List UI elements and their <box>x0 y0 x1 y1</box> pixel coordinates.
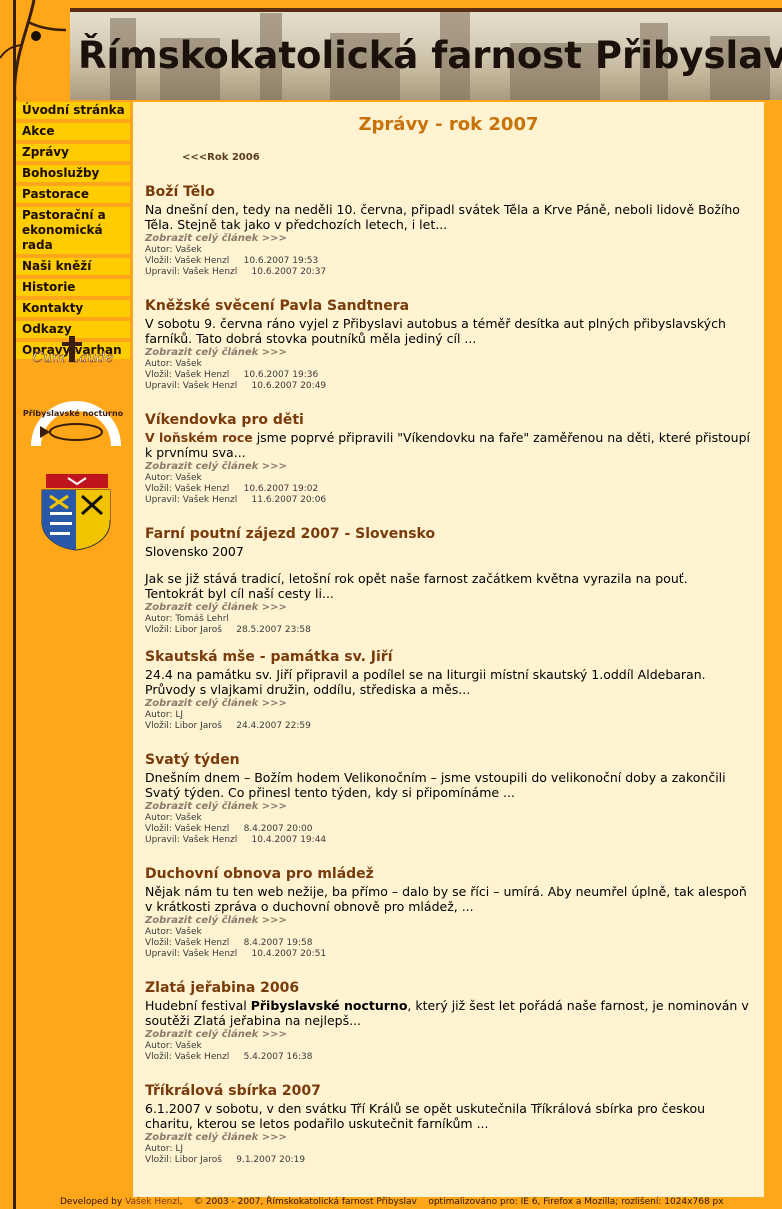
menu-item-history[interactable]: Historie <box>16 279 130 296</box>
main-menu: Úvodní stránka Akce Zprávy Bohoslužby Pa… <box>16 102 130 363</box>
previous-year-link[interactable]: <<<Rok 2006 <box>182 152 260 163</box>
cum-laude-logo[interactable]: Cum Laude <box>16 330 130 374</box>
article-author: Autor: Vašek <box>145 927 202 937</box>
read-more-link[interactable]: Zobrazit celý článek >>> <box>145 232 750 245</box>
menu-item-services[interactable]: Bohoslužby <box>16 165 130 182</box>
article: Svatý týden Dnešním dnem – Božím hodem V… <box>145 752 750 846</box>
article-posted: Vložil: Vašek Henzl 8.4.2007 19:58 <box>145 938 313 948</box>
article-author: Autor: Vašek <box>145 359 202 369</box>
article: Víkendovka pro děti V loňském roce jsme … <box>145 412 750 506</box>
article-excerpt-bold: Přibyslavské nocturno <box>250 998 408 1013</box>
article-title[interactable]: Svatý týden <box>145 752 750 769</box>
article-posted: Vložil: Libor Jaroš 24.4.2007 22:59 <box>145 721 311 731</box>
article-author: Autor: Vašek <box>145 473 202 483</box>
site-title: Římskokatolická farnost Přibyslav <box>78 34 782 77</box>
article-title[interactable]: Skautská mše - památka sv. Jiří <box>145 649 750 666</box>
article-author: Autor: Tomáš Lehrl <box>145 614 229 624</box>
article: Zlatá jeřabina 2006 Hudební festival Při… <box>145 980 750 1063</box>
article-excerpt-pre: Hudební festival <box>145 998 251 1013</box>
article-title[interactable]: Tříkrálová sbírka 2007 <box>145 1083 750 1100</box>
header-top-border <box>70 8 782 12</box>
article-edited: Upravil: Vašek Henzl 10.6.2007 20:49 <box>145 381 327 391</box>
read-more-link[interactable]: Zobrazit celý článek >>> <box>145 346 750 359</box>
article-edited: Upravil: Vašek Henzl 10.4.2007 19:44 <box>145 835 327 845</box>
article-excerpt: 6.1.2007 v sobotu, v den svátku Tří Král… <box>145 1101 706 1131</box>
article-posted: Vložil: Vašek Henzl 8.4.2007 20:00 <box>145 824 313 834</box>
article-subtitle: Slovensko 2007 <box>145 544 244 559</box>
read-more-link[interactable]: Zobrazit celý článek >>> <box>145 800 750 813</box>
article: Farní poutní zájezd 2007 - Slovensko Slo… <box>145 526 750 636</box>
article-author: Autor: LJ <box>145 1144 183 1154</box>
article-posted: Vložil: Libor Jaroš 9.1.2007 20:19 <box>145 1155 306 1165</box>
menu-item-contacts[interactable]: Kontakty <box>16 300 130 317</box>
article-posted: Vložil: Vašek Henzl 10.6.2007 19:02 <box>145 484 319 494</box>
article-excerpt: Nějak nám tu ten web nežije, ba přímo – … <box>145 884 747 914</box>
menu-item-events[interactable]: Akce <box>16 123 130 140</box>
header-banner: Římskokatolická farnost Přibyslav <box>0 0 782 100</box>
article: Kněžské svěcení Pavla Sandtnera V sobotu… <box>145 298 750 392</box>
article-excerpt: V loňském roce jsme poprvé připravili "V… <box>145 430 750 460</box>
article-posted: Vložil: Vašek Henzl 10.6.2007 19:36 <box>145 370 319 380</box>
article-title[interactable]: Farní poutní zájezd 2007 - Slovensko <box>145 526 750 543</box>
article-title[interactable]: Zlatá jeřabina 2006 <box>145 980 750 997</box>
footer-author-link[interactable]: Vašek Henzl <box>125 1197 180 1207</box>
coat-of-arms-icon <box>41 474 111 551</box>
article-author: Autor: Vašek <box>145 245 202 255</box>
article-edited: Upravil: Vašek Henzl 10.4.2007 20:51 <box>145 949 327 959</box>
footer-copyright: , © 2003 - 2007, Římskokatolická farnost… <box>179 1197 724 1207</box>
article-title[interactable]: Boží Tělo <box>145 184 750 201</box>
article-excerpt: Dnešním dnem – Božím hodem Velikonočním … <box>145 770 726 800</box>
article: Duchovní obnova pro mládež Nějak nám tu … <box>145 866 750 960</box>
article-title[interactable]: Víkendovka pro děti <box>145 412 750 429</box>
nocturno-text: Přibyslavské nocturno <box>23 408 124 418</box>
menu-item-pastoral[interactable]: Pastorace <box>16 186 130 203</box>
article: Boží Tělo Na dnešní den, tedy na neděli … <box>145 184 750 278</box>
read-more-link[interactable]: Zobrazit celý článek >>> <box>145 697 750 710</box>
article-inline-link[interactable]: V loňském roce <box>145 430 253 445</box>
article-excerpt: 24.4 na památku sv. Jiří připravil a pod… <box>145 667 706 697</box>
branch-logo-icon <box>0 0 70 100</box>
article-posted: Vložil: Vašek Henzl 10.6.2007 19:53 <box>145 256 319 266</box>
content-area: Zprávy - rok 2007 <<<Rok 2006 Boží Tělo … <box>133 102 764 1197</box>
read-more-link[interactable]: Zobrazit celý článek >>> <box>145 1131 750 1144</box>
article-excerpt: Jak se již stává tradicí, letošní rok op… <box>145 571 688 601</box>
article-excerpt: V sobotu 9. června ráno vyjel z Přibysla… <box>145 316 726 346</box>
article: Skautská mše - památka sv. Jiří 24.4 na … <box>145 649 750 732</box>
read-more-link[interactable]: Zobrazit celý článek >>> <box>145 460 750 473</box>
menu-item-council[interactable]: Pastorační a ekonomická rada <box>16 207 130 254</box>
menu-item-home[interactable]: Úvodní stránka <box>16 102 130 119</box>
read-more-link[interactable]: Zobrazit celý článek >>> <box>145 914 750 927</box>
footer-developed-by: Developed by <box>60 1197 126 1207</box>
article-edited: Upravil: Vašek Henzl 11.6.2007 20:06 <box>145 495 327 505</box>
read-more-link[interactable]: Zobrazit celý článek >>> <box>145 601 750 614</box>
article-edited: Upravil: Vašek Henzl 10.6.2007 20:37 <box>145 267 327 277</box>
read-more-link[interactable]: Zobrazit celý článek >>> <box>145 1028 750 1041</box>
article-posted: Vložil: Libor Jaroš 28.5.2007 23:58 <box>145 625 311 635</box>
article: Tříkrálová sbírka 2007 6.1.2007 v sobotu… <box>145 1083 750 1166</box>
article-title[interactable]: Duchovní obnova pro mládež <box>145 866 750 883</box>
article-author: Autor: Vašek <box>145 813 202 823</box>
menu-item-news[interactable]: Zprávy <box>16 144 130 161</box>
nocturno-logo[interactable]: Přibyslavské nocturno <box>16 386 130 456</box>
article-excerpt: Hudební festival Přibyslavské nocturno, … <box>145 998 750 1028</box>
article-author: Autor: LJ <box>145 710 183 720</box>
article-author: Autor: Vašek <box>145 1041 202 1051</box>
article-posted: Vložil: Vašek Henzl 5.4.2007 16:38 <box>145 1052 313 1062</box>
page: Římskokatolická farnost Přibyslav Úvodní… <box>0 0 782 1209</box>
page-title: Zprávy - rok 2007 <box>358 114 539 135</box>
footer: Developed by Vašek Henzl, © 2003 - 2007,… <box>14 1197 782 1209</box>
menu-item-priests[interactable]: Naši kněží <box>16 258 130 275</box>
article-title[interactable]: Kněžské svěcení Pavla Sandtnera <box>145 298 750 315</box>
article-excerpt: Na dnešní den, tedy na neděli 10. června… <box>145 202 740 232</box>
side-logos: Cum Laude Přibyslavské nocturno <box>16 330 130 552</box>
